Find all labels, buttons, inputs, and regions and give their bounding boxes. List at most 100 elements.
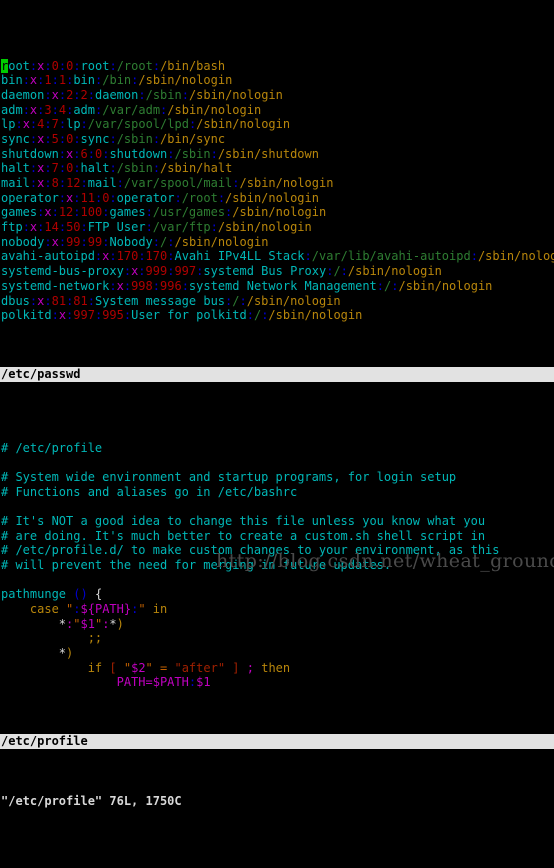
field-separator: :	[58, 234, 67, 249]
if-keyword: if	[87, 660, 103, 675]
field-separator: :	[22, 220, 30, 235]
function-parens: ()	[73, 587, 88, 602]
profile-comment-line: # System wide environment and startup pr…	[0, 470, 554, 485]
passwd-home: /var/spool/lpd	[87, 117, 189, 132]
glob-star: *	[109, 616, 117, 631]
passwd-shell: /sbin/nologin	[477, 249, 554, 264]
field-separator: :	[44, 234, 52, 249]
passwd-home: /root	[181, 190, 218, 205]
passwd-entry-halt: halt:x:7:0:halt:/sbin:/sbin/halt	[0, 161, 554, 176]
field-separator: :	[167, 234, 175, 249]
field-separator: :	[73, 205, 81, 220]
passwd-entry-lp: lp:x:4:7:lp:/var/spool/lpd:/sbin/nologin	[0, 117, 554, 132]
passwd-username: sync	[1, 132, 30, 147]
then-keyword: then	[261, 660, 291, 675]
passwd-gecos: lp	[66, 117, 81, 132]
close-paren: )	[66, 646, 74, 661]
passwd-gid: 50	[66, 220, 81, 235]
passwd-gid: 2	[80, 88, 88, 103]
field-separator: :	[73, 161, 81, 176]
terminal-window[interactable]: root:x:0:0:root:/root:/bin/bash bin:x:1:1…	[0, 0, 554, 808]
passwd-gecos: User for polkitd	[131, 308, 247, 323]
field-separator: :	[44, 132, 52, 147]
passwd-username: systemd-bus-proxy	[1, 264, 124, 279]
passwd-gecos: bin	[73, 73, 96, 88]
positional-param: $1	[80, 616, 95, 631]
passwd-shell: /sbin/nologin	[398, 278, 493, 293]
field-separator: :	[152, 234, 161, 249]
passwd-gecos: System message bus	[94, 293, 226, 308]
comment-text: # It's NOT a good idea to change this fi…	[1, 514, 486, 529]
profile-file-buffer[interactable]: # /etc/profile # System wide environment…	[0, 441, 554, 690]
passwd-shell: /sbin/nologin	[239, 176, 334, 191]
passwd-password-field: x	[51, 234, 59, 249]
passwd-gecos: adm	[73, 102, 96, 117]
passwd-shell: /sbin/nologin	[196, 117, 291, 132]
field-separator: :	[174, 190, 182, 205]
passwd-gid: 12	[66, 176, 81, 191]
passwd-entry-avahi-autoipd: avahi-autoipd:x:170:170:Avahi IPv4LL Sta…	[0, 249, 554, 264]
passwd-uid: 6	[80, 146, 88, 161]
passwd-uid: 14	[44, 220, 59, 235]
passwd-gecos: daemon	[95, 88, 139, 103]
passwd-gecos: Nobody	[109, 234, 153, 249]
passwd-gecos: games	[109, 205, 146, 220]
passwd-entry-games: games:x:12:100:games:/usr/games:/sbin/no…	[0, 205, 554, 220]
field-separator: :	[58, 58, 67, 73]
field-separator: :	[109, 161, 117, 176]
glob-star: *	[58, 646, 67, 661]
blank-line	[0, 499, 554, 514]
vim-command-line[interactable]: "/etc/profile" 76L, 1750C	[0, 793, 554, 809]
field-separator: :	[109, 278, 117, 293]
field-separator: :	[58, 146, 67, 161]
passwd-gid: 81	[73, 293, 88, 308]
passwd-entry-dbus: dbus:x:81:81:System message bus:/:/sbin/…	[0, 294, 554, 309]
passwd-gecos: systemd Bus Proxy	[203, 264, 327, 279]
path-variable: ${PATH}	[80, 602, 132, 617]
passwd-uid: 998	[131, 278, 153, 293]
passwd-entry-shutdown: shutdown:x:6:0:shutdown:/sbin:/sbin/shut…	[0, 147, 554, 162]
field-separator: :	[109, 58, 117, 73]
passwd-gecos: sync	[80, 132, 110, 147]
passwd-username: nobody	[1, 234, 45, 249]
field-separator: :	[73, 146, 81, 161]
field-separator: :	[109, 190, 117, 205]
passwd-gecos: operator	[116, 190, 175, 205]
comment-text: # /etc/profile.d/ to make custom changes…	[1, 543, 500, 558]
field-separator: :	[22, 102, 30, 117]
passwd-shell: /sbin/nologin	[167, 102, 262, 117]
passwd-file-buffer[interactable]: root:x:0:0:root:/root:/bin/bash bin:x:1:1…	[0, 58, 554, 323]
passwd-uid: 3	[44, 102, 52, 117]
field-separator: :	[232, 176, 240, 191]
field-separator: :	[239, 293, 247, 308]
passwd-uid: 1	[44, 73, 52, 88]
comment-text: # Functions and aliases go in /etc/bashr…	[1, 484, 298, 499]
passwd-shell: /sbin/nologin	[268, 308, 363, 323]
field-separator: :	[116, 176, 124, 191]
case-keyword: case	[29, 602, 59, 617]
passwd-home: /sbin	[174, 146, 211, 161]
passwd-password-field: x	[58, 308, 67, 323]
passwd-gid: 170	[145, 249, 168, 264]
profile-comment-line: # are doing. It's much better to create …	[0, 529, 554, 544]
passwd-username: daemon	[1, 88, 45, 103]
field-separator: :	[109, 132, 117, 147]
field-separator: :	[470, 249, 478, 264]
field-separator: :	[73, 88, 81, 103]
field-separator: :	[87, 88, 95, 103]
passwd-username: operator	[1, 190, 59, 205]
function-name: pathmunge	[1, 587, 67, 602]
comment-text: # will prevent the need for merging in f…	[1, 558, 392, 573]
passwd-entry-systemd-bus-proxy: systemd-bus-proxy:x:999:997:systemd Bus …	[0, 264, 554, 279]
field-separator: :	[138, 264, 146, 279]
field-separator: :	[123, 278, 132, 293]
passwd-username: avahi-autoipd	[1, 249, 95, 264]
blank-line	[0, 455, 554, 470]
field-separator: :	[145, 220, 153, 235]
